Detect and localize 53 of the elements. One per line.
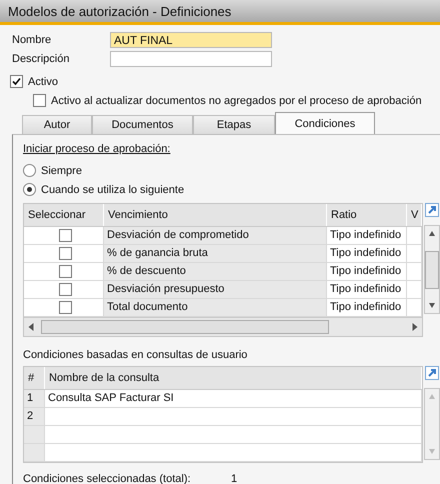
expand-icon[interactable] (425, 366, 439, 380)
window-title: Modelos de autorización - Definiciones (0, 0, 440, 25)
section-label: Condiciones basadas en consultas de usuario (23, 348, 248, 363)
scroll-up-icon[interactable] (428, 230, 436, 237)
table-cell: Tipo indefinido (327, 299, 407, 316)
scroll-right-icon[interactable] (411, 323, 419, 331)
total-value: 1 (230, 473, 238, 484)
table-cell: Tipo indefinido (327, 281, 407, 298)
table-cell: Desviación de comprometido (104, 227, 327, 244)
checkbox[interactable] (33, 94, 46, 107)
checkbox[interactable] (58, 265, 72, 278)
row-number: 2 (24, 408, 45, 425)
table-cell: % de descuento (104, 263, 327, 280)
tab[interactable]: Condiciones (275, 112, 375, 134)
column-header[interactable]: # (24, 367, 45, 389)
tab[interactable]: Etapas (193, 115, 275, 134)
checkbox[interactable] (58, 301, 72, 314)
horizontal-scrollbar[interactable] (24, 317, 422, 336)
table-cell: Tipo indefinido (327, 245, 407, 262)
vertical-scrollbar[interactable] (424, 225, 440, 314)
section-heading: Iniciar proceso de aprobación: (23, 143, 172, 157)
column-header[interactable]: Nombre de la consulta (45, 367, 422, 389)
radio-button[interactable] (23, 183, 36, 196)
table-cell: Tipo indefinido (327, 263, 407, 280)
field-label: Nombre (11, 33, 52, 48)
column-header[interactable]: Ratio (327, 204, 407, 226)
checkbox[interactable] (10, 75, 23, 88)
scroll-left-icon[interactable] (27, 323, 35, 331)
column-header[interactable]: Vencimiento (104, 204, 327, 226)
checkbox[interactable] (58, 229, 72, 242)
checkbox[interactable] (58, 283, 72, 296)
column-header[interactable]: Seleccionar (24, 204, 104, 226)
radio-label: Cuando se utiliza lo siguiente (41, 184, 184, 196)
checkbox-label: Activo (28, 76, 58, 88)
radio-button[interactable] (23, 164, 36, 177)
expand-icon[interactable] (425, 203, 439, 217)
column-header[interactable]: V (407, 204, 422, 226)
field-label: Descripción (11, 52, 70, 67)
tab[interactable]: Documentos (92, 115, 193, 134)
row-number: 1 (24, 390, 45, 407)
checkbox[interactable] (58, 247, 72, 260)
table-cell: Consulta SAP Facturar SI (45, 390, 422, 407)
text-field[interactable] (110, 51, 272, 67)
table-cell: Total documento (104, 299, 327, 316)
checkbox-label: Activo al actualizar documentos no agregados por el proceso de aprobación (51, 94, 422, 106)
tab[interactable]: Autor (22, 115, 92, 134)
table-cell: Tipo indefinido (327, 227, 407, 244)
radio-label: Siempre (41, 164, 82, 176)
total-label: Condiciones seleccionadas (total): (23, 473, 219, 484)
scroll-down-icon[interactable] (428, 302, 436, 309)
table-cell: Desviación presupuesto (104, 281, 327, 298)
table-cell: % de ganancia bruta (104, 245, 327, 262)
text-field[interactable]: AUT FINAL (110, 32, 272, 48)
